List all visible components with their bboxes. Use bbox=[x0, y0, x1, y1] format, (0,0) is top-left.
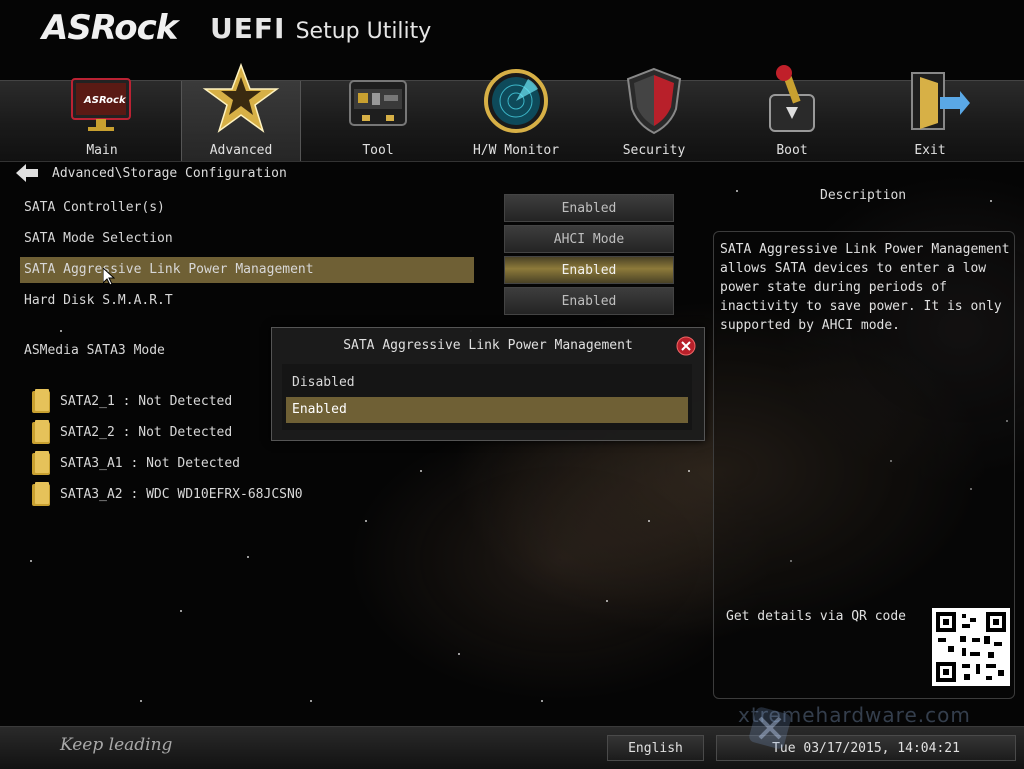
sata-mode-value[interactable]: AHCI Mode bbox=[504, 225, 674, 253]
slogan: Keep leading bbox=[60, 735, 173, 755]
breadcrumb-path: Advanced\Storage Configuration bbox=[52, 165, 287, 181]
setting-sata-controllers[interactable]: SATA Controller(s) bbox=[20, 195, 474, 221]
star-icon bbox=[202, 62, 280, 133]
tab-exit-label: Exit bbox=[914, 143, 946, 158]
close-icon[interactable] bbox=[676, 336, 696, 356]
tab-boot-label: Boot bbox=[776, 143, 808, 158]
joystick-icon bbox=[769, 65, 815, 132]
sata-controllers-value[interactable]: Enabled bbox=[504, 194, 674, 222]
qr-label: Get details via QR code bbox=[726, 609, 907, 624]
drive-label: SATA2_2 : Not Detected bbox=[60, 424, 233, 440]
svg-text:ASRock: ASRock bbox=[83, 95, 127, 106]
footer: Keep leading English Tue 03/17/2015, 14:… bbox=[0, 726, 1024, 769]
tab-advanced[interactable]: Advanced bbox=[181, 62, 301, 161]
tab-main[interactable]: ASRock Main bbox=[43, 78, 161, 161]
option-popup: SATA Aggressive Link Power Management Di… bbox=[271, 327, 705, 441]
back-arrow-icon[interactable] bbox=[16, 164, 38, 182]
setting-hdd-smart[interactable]: Hard Disk S.M.A.R.T bbox=[20, 288, 474, 314]
setting-label: SATA Mode Selection bbox=[24, 231, 173, 246]
tab-boot[interactable]: Boot bbox=[733, 65, 851, 161]
asrock-logo: ASRock bbox=[42, 8, 178, 48]
drive-item: SATA3_A1 : Not Detected bbox=[32, 450, 240, 476]
main-nav: ASRock Main Advanced Tool H/W Monitor Se… bbox=[0, 62, 1024, 162]
tab-hw-monitor-label: H/W Monitor bbox=[472, 143, 560, 158]
tab-security[interactable]: Security bbox=[595, 67, 713, 161]
tab-hw-monitor[interactable]: H/W Monitor bbox=[457, 69, 575, 161]
popup-options: Disabled Enabled bbox=[282, 364, 692, 430]
qr-code[interactable] bbox=[932, 608, 1010, 686]
option-disabled[interactable]: Disabled bbox=[286, 370, 688, 396]
tab-tool[interactable]: Tool bbox=[319, 80, 437, 161]
drive-label: SATA3_A1 : Not Detected bbox=[60, 455, 241, 471]
folder-icon bbox=[32, 451, 50, 475]
folder-icon bbox=[32, 389, 50, 413]
radar-icon bbox=[484, 69, 548, 133]
toolbox-icon bbox=[349, 80, 407, 126]
tab-security-label: Security bbox=[622, 143, 686, 158]
popup-title: SATA Aggressive Link Power Management bbox=[343, 338, 633, 353]
utility-title: UEFI Setup Utility bbox=[210, 12, 431, 45]
setup-utility-title: Setup Utility bbox=[295, 19, 432, 44]
drive-label: SATA3_A2 : WDC WD10EFRX-68JCSN0 bbox=[60, 486, 303, 502]
exit-door-icon bbox=[911, 72, 970, 130]
setting-label: Hard Disk S.M.A.R.T bbox=[24, 293, 173, 308]
uefi-title: UEFI bbox=[210, 12, 286, 45]
hdd-smart-value[interactable]: Enabled bbox=[504, 287, 674, 315]
shield-icon bbox=[626, 67, 682, 135]
mouse-cursor-icon bbox=[103, 268, 115, 286]
setting-label: SATA Aggressive Link Power Management bbox=[24, 262, 314, 277]
folder-icon bbox=[32, 482, 50, 506]
language-button[interactable]: English bbox=[607, 735, 704, 761]
tab-advanced-label: Advanced bbox=[209, 143, 273, 158]
option-enabled[interactable]: Enabled bbox=[286, 397, 688, 423]
drive-item: SATA2_1 : Not Detected bbox=[32, 388, 232, 414]
monitor-icon: ASRock bbox=[71, 78, 131, 131]
tab-tool-label: Tool bbox=[362, 143, 394, 158]
watermark-text: xtremehardware.com bbox=[738, 703, 971, 727]
breadcrumb: Advanced\Storage Configuration bbox=[16, 164, 287, 182]
setting-label: ASMedia SATA3 Mode bbox=[24, 343, 165, 358]
description-title: Description bbox=[820, 188, 907, 203]
tab-exit[interactable]: Exit bbox=[871, 72, 989, 161]
folder-icon bbox=[32, 420, 50, 444]
tab-main-label: Main bbox=[86, 143, 118, 158]
drive-label: SATA2_1 : Not Detected bbox=[60, 393, 233, 409]
setting-sata-mode[interactable]: SATA Mode Selection bbox=[20, 226, 474, 252]
drive-item: SATA2_2 : Not Detected bbox=[32, 419, 232, 445]
drive-item: SATA3_A2 : WDC WD10EFRX-68JCSN0 bbox=[32, 481, 303, 507]
setting-aggressive-link-power[interactable]: SATA Aggressive Link Power Management bbox=[20, 257, 474, 283]
description-text: SATA Aggressive Link Power Management al… bbox=[720, 242, 1010, 333]
setting-label: SATA Controller(s) bbox=[24, 200, 165, 215]
aggressive-link-power-value[interactable]: Enabled bbox=[504, 256, 674, 284]
